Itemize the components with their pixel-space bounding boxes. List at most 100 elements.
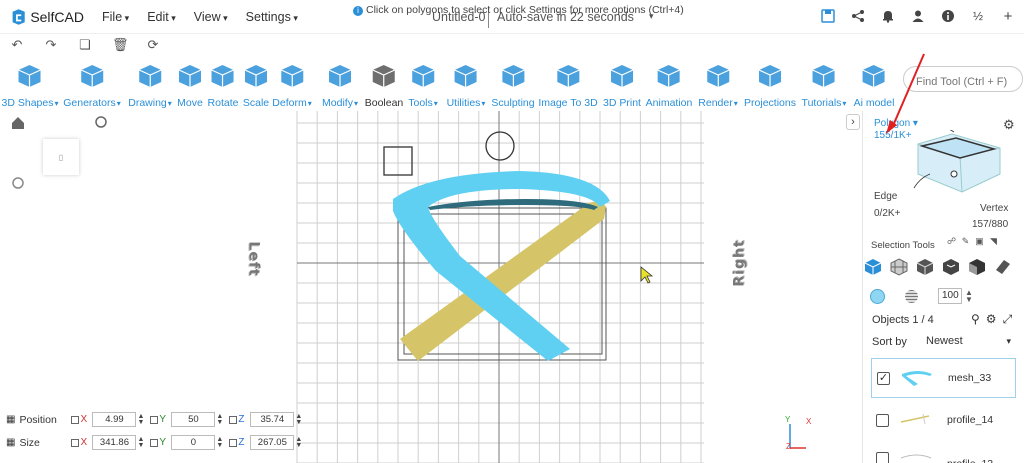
size-y-input[interactable]: 0 — [171, 435, 216, 450]
app-name: SelfCAD — [30, 8, 84, 25]
size-z-lock[interactable] — [229, 438, 238, 447]
menu-settings[interactable]: Settings — [246, 10, 298, 24]
panel-settings-gear-icon[interactable]: ⚙ — [1003, 117, 1015, 133]
share-icon[interactable] — [850, 8, 866, 24]
position-y-input[interactable]: 50 — [171, 412, 216, 427]
position-x-input[interactable]: 4.99 — [92, 412, 137, 427]
size-z-input[interactable]: 267.05 — [250, 435, 295, 450]
tool-sculpting[interactable]: Sculpting — [491, 57, 535, 109]
soft-selection-toggle[interactable] — [870, 288, 885, 304]
main-toolbar: 3D Shapes Generators Drawing Move RotateScal… — [0, 57, 1024, 111]
tool-image-to-3d[interactable]: Image To 3D — [538, 57, 598, 109]
size-x-input[interactable]: 341.86 — [92, 435, 137, 450]
size-y-lock[interactable] — [150, 438, 159, 447]
tool-3d-shapes[interactable]: 3D Shapes — [2, 57, 59, 109]
selection-mode-cube-diagram[interactable] — [912, 130, 1004, 198]
menu-edit[interactable]: Edit — [147, 10, 176, 24]
paint-select-icon[interactable]: ✎ — [960, 236, 971, 247]
3d-viewport[interactable]: Y X Z ▯ Left Right — [0, 111, 862, 463]
menu-view[interactable]: View — [194, 10, 228, 24]
selection-tools-label: Selection Tools — [871, 240, 935, 251]
axis-triad-y-label: Y — [785, 415, 791, 424]
brush-size-stepper[interactable]: ▲ ▼ — [965, 289, 973, 304]
tool-label: Render — [698, 97, 737, 109]
object-row-profile-14[interactable]: profile_14 — [871, 400, 1016, 440]
face-select-icon[interactable]: ◥ — [988, 236, 999, 247]
menu-file[interactable]: File — [102, 10, 129, 24]
object-checkbox[interactable] — [876, 452, 889, 463]
viewport-canvas[interactable]: Y X Z — [0, 111, 862, 463]
gizmo-center-icon[interactable] — [12, 177, 24, 189]
tool-scale[interactable]: Scale — [242, 57, 270, 109]
position-z-lock[interactable] — [229, 415, 238, 424]
object-row-mesh[interactable]: ✓ mesh_33 — [871, 358, 1016, 398]
notifications-bell-icon[interactable] — [880, 8, 896, 24]
app-logo[interactable]: SelfCAD — [10, 7, 84, 27]
rotate-gizmo-circle[interactable] — [485, 131, 515, 161]
info-hint-icon: i — [353, 6, 363, 16]
utilities-icon — [452, 61, 480, 91]
position-x-stepper[interactable]: ▲ ▼ — [137, 413, 144, 426]
brush-size-input[interactable]: 100 — [938, 288, 962, 304]
redo-icon[interactable]: ↷ — [44, 37, 58, 53]
user-account-icon[interactable] — [910, 8, 926, 24]
object-row-profile-13[interactable]: profile_13 — [871, 442, 1016, 463]
box-select-icon[interactable]: ▣ — [974, 236, 985, 247]
objects-settings-gear-icon[interactable]: ⚙ — [986, 312, 997, 327]
select-all-cube-icon[interactable] — [864, 258, 882, 276]
brush-sphere-icon[interactable] — [905, 289, 918, 303]
collapse-panel-button[interactable]: › — [846, 114, 860, 130]
size-z-stepper[interactable]: ▲ ▼ — [295, 436, 302, 449]
tool-3d-print[interactable]: 3D Print — [603, 57, 641, 109]
tool-tools[interactable]: Tools — [408, 57, 438, 109]
search-icon[interactable]: ⚲ — [971, 312, 980, 327]
undo-icon[interactable]: ↶ — [10, 37, 24, 53]
tool-boolean[interactable]: Boolean — [365, 57, 403, 109]
size-x-stepper[interactable]: ▲ ▼ — [137, 436, 144, 449]
tool-projections[interactable]: Projections — [744, 57, 796, 109]
wireframe-cube-icon[interactable] — [916, 258, 934, 276]
light-orbit-icon[interactable] — [95, 116, 107, 128]
home-view-icon[interactable] — [12, 117, 24, 129]
expand-icon[interactable]: ⤢ — [1003, 312, 1013, 327]
info-icon[interactable] — [940, 8, 956, 24]
history-icon[interactable]: ⟳ — [146, 37, 160, 53]
sort-select[interactable]: Newest ▾ — [924, 333, 1017, 351]
tool-label: Rotate — [207, 97, 239, 109]
sort-value: Newest — [926, 335, 963, 347]
tool-render[interactable]: Render — [698, 57, 737, 109]
tool-modify[interactable]: Modify — [322, 57, 358, 109]
tool-utilities[interactable]: Utilities — [447, 57, 486, 109]
tool-generators[interactable]: Generators — [63, 57, 121, 109]
tool-tutorials[interactable]: Tutorials — [802, 57, 847, 109]
profile-thumbnail — [900, 454, 932, 459]
view-cube[interactable]: ▯ — [43, 139, 79, 175]
size-x-lock[interactable] — [71, 438, 80, 447]
tool-label: Tutorials — [802, 97, 847, 109]
units-toggle-icon[interactable]: ½ — [970, 8, 986, 24]
object-checkbox[interactable] — [876, 413, 889, 427]
grid-select-cube-icon[interactable] — [890, 258, 908, 276]
position-z-stepper[interactable]: ▲ ▼ — [295, 413, 302, 426]
tool-rotate[interactable]: Rotate — [207, 57, 239, 109]
position-z-input[interactable]: 35.74 — [250, 412, 295, 427]
tool-drawing[interactable]: Drawing — [128, 57, 172, 109]
tool-move[interactable]: Move — [176, 57, 204, 109]
position-y-stepper[interactable]: ▲ ▼ — [216, 413, 223, 426]
add-icon[interactable]: + — [1000, 8, 1016, 25]
lasso-select-icon[interactable]: ☍ — [946, 236, 957, 247]
sort-caret-icon: ▾ — [1006, 336, 1011, 346]
half-cube-icon[interactable] — [968, 258, 986, 276]
position-x-lock[interactable] — [71, 415, 80, 424]
copy-icon[interactable]: ❏ — [78, 37, 92, 53]
position-y-lock[interactable] — [150, 415, 159, 424]
tool-animation[interactable]: Animation — [646, 57, 692, 109]
save-icon[interactable] — [820, 8, 836, 24]
plane-select-icon[interactable] — [994, 258, 1012, 276]
solid-cube-icon[interactable] — [942, 258, 960, 276]
tool-deform[interactable]: Deform — [272, 57, 311, 109]
delete-trash-icon[interactable]: 🗑 — [112, 37, 129, 53]
size-y-stepper[interactable]: ▲ ▼ — [216, 436, 223, 449]
object-name: mesh_33 — [948, 372, 992, 384]
object-checkbox[interactable]: ✓ — [877, 371, 890, 385]
